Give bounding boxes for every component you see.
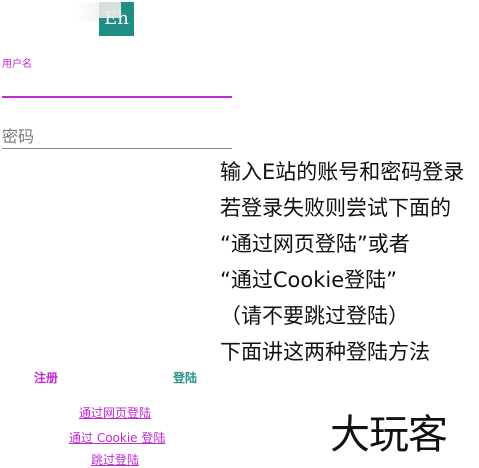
instruction-line: “通过网页登陆”或者 [220, 232, 410, 256]
cookie-login-link[interactable]: 通过 Cookie 登陆 [69, 429, 165, 446]
login-button[interactable]: 登陆 [173, 369, 197, 386]
web-login-link[interactable]: 通过网页登陆 [79, 404, 151, 421]
instruction-line: 若登录失败则尝试下面的 [220, 196, 451, 220]
instruction-line: 下面讲这两种登陆方法 [220, 340, 430, 364]
username-label: 用户名 [2, 59, 32, 70]
username-input[interactable] [2, 70, 232, 98]
logo-highlight [99, 2, 121, 18]
instruction-overlay: 输入E站的账号和密码登录 若登录失败则尝试下面的 “通过网页登陆”或者 “通过C… [220, 154, 479, 370]
instruction-line: （请不要跳过登陆） [220, 304, 409, 328]
skip-login-link[interactable]: 跳过登陆 [91, 451, 139, 468]
top-status-strip [0, 3, 108, 21]
instruction-line: “通过Cookie登陆” [220, 268, 398, 292]
password-input[interactable] [2, 124, 232, 149]
instruction-line: 输入E站的账号和密码登录 [220, 160, 465, 184]
register-button[interactable]: 注册 [34, 369, 58, 386]
watermark-logo: 大玩客 [330, 412, 448, 458]
